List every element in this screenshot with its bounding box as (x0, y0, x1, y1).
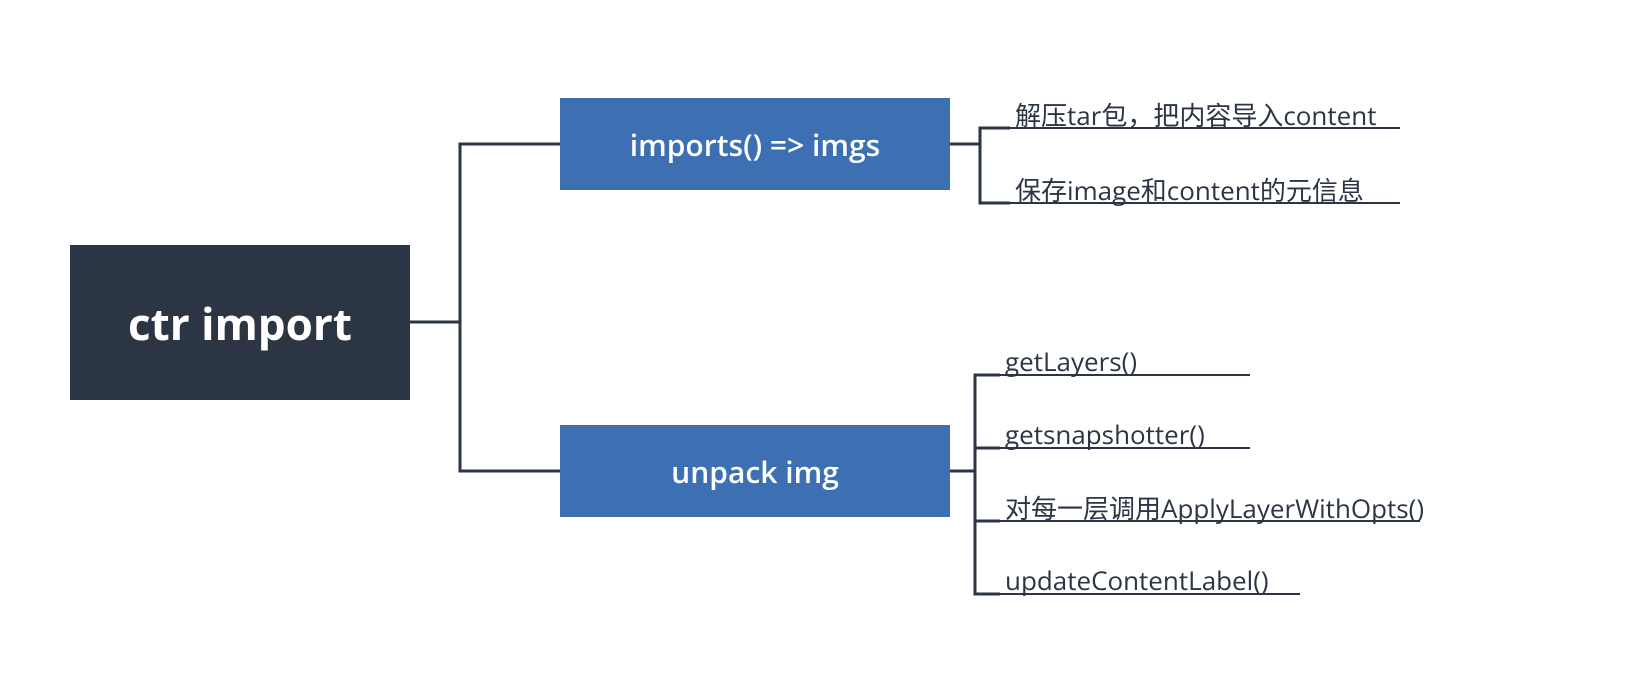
mid-unpack-label: unpack img (671, 451, 839, 492)
leaf-unpack-0: getLayers() (1005, 343, 1137, 379)
leaf-unpack-2: 对每一层调用ApplyLayerWithOpts() (1005, 489, 1424, 526)
leaf-imports-1: 保存image和content的元信息 (1015, 171, 1364, 208)
root-label: ctr import (128, 293, 352, 353)
leaf-imports-0: 解压tar包，把内容导入content (1015, 96, 1376, 133)
leaf-unpack-3: updateContentLabel() (1005, 562, 1269, 598)
mid-node-imports: imports() => imgs (560, 98, 950, 190)
mid-node-unpack: unpack img (560, 425, 950, 517)
leaf-unpack-1: getsnapshotter() (1005, 416, 1205, 452)
mid-imports-label: imports() => imgs (630, 124, 881, 165)
root-node: ctr import (70, 245, 410, 400)
